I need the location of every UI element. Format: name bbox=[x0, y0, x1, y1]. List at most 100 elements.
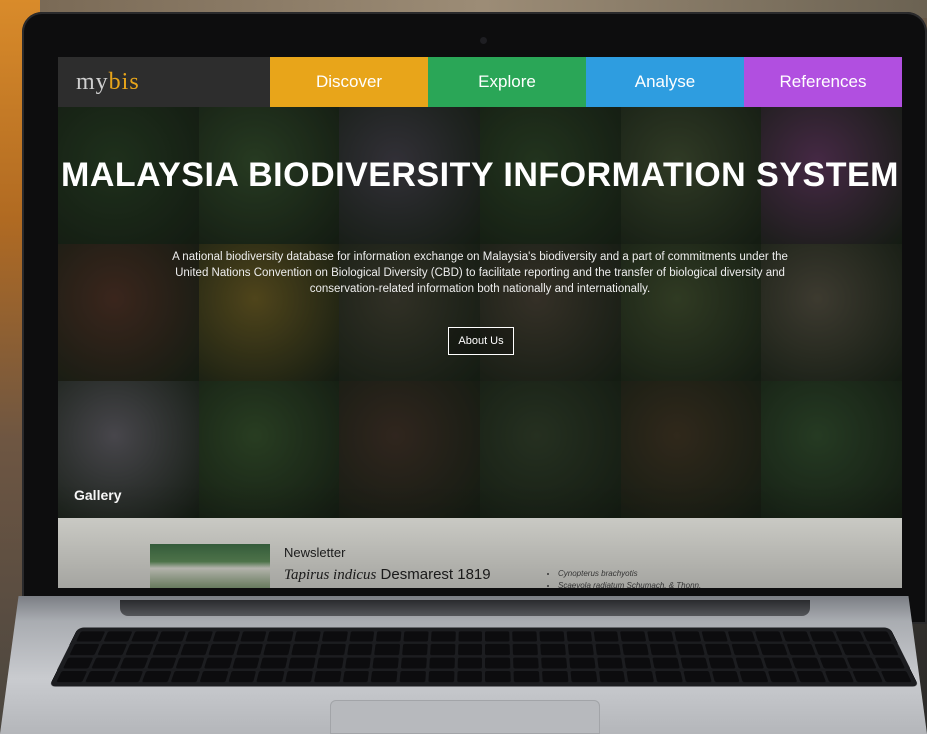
keyboard-key bbox=[624, 657, 652, 669]
keyboard-key bbox=[704, 644, 733, 655]
nav-analyse[interactable]: Analyse bbox=[586, 57, 744, 107]
logo-accent: bis bbox=[108, 68, 140, 95]
keyboard-key bbox=[147, 657, 177, 669]
keyboard-key bbox=[755, 631, 783, 642]
keyboard-key bbox=[232, 657, 261, 669]
keyboard-key bbox=[652, 657, 680, 669]
keyboard-key bbox=[75, 631, 105, 642]
keyboard-key bbox=[321, 631, 348, 642]
keyboard-key bbox=[125, 644, 154, 655]
nav-references[interactable]: References bbox=[744, 57, 902, 107]
keyboard-key bbox=[430, 631, 456, 642]
keyboard-key bbox=[175, 657, 205, 669]
species-authority: Desmarest 1819 bbox=[376, 566, 491, 583]
keyboard-key bbox=[593, 631, 620, 642]
newsletter-article[interactable]: Tapirus indicus Desmarest 1819 bbox=[284, 566, 491, 584]
logo-prefix: my bbox=[76, 68, 109, 95]
keyboard-key bbox=[836, 631, 865, 642]
keyboard-key bbox=[294, 631, 321, 642]
keyboard-key bbox=[786, 644, 816, 655]
keyboard-key bbox=[84, 670, 116, 683]
gallery-link[interactable]: Gallery bbox=[74, 487, 121, 503]
nav-discover[interactable]: Discover bbox=[270, 57, 428, 107]
keyboard-key bbox=[620, 631, 647, 642]
keyboard-key bbox=[513, 657, 539, 669]
keyboard-key bbox=[796, 670, 826, 683]
keyboard-key bbox=[570, 670, 597, 683]
keyboard-key bbox=[767, 670, 798, 683]
keyboard-key bbox=[782, 631, 811, 642]
keyboard-key bbox=[403, 631, 429, 642]
keyboard-key bbox=[541, 657, 567, 669]
keyboard-key bbox=[814, 644, 843, 655]
keyboard-key bbox=[260, 657, 288, 669]
keyboard-key bbox=[728, 631, 756, 642]
keyboard-key bbox=[596, 657, 624, 669]
keyboard-key bbox=[348, 631, 375, 642]
keyboard-key bbox=[512, 644, 538, 655]
keyboard-key bbox=[113, 670, 144, 683]
list-item[interactable]: Cynopterus brachyotis bbox=[558, 568, 701, 580]
keyboard-key bbox=[372, 657, 400, 669]
keyboard-key bbox=[626, 670, 655, 683]
keyboard-key bbox=[344, 657, 372, 669]
keyboard-key bbox=[288, 657, 316, 669]
keyboard-key bbox=[539, 631, 565, 642]
keyboard-key bbox=[428, 670, 455, 683]
keyboard-key bbox=[485, 670, 512, 683]
keyboard-key bbox=[374, 644, 401, 655]
keyboard-key bbox=[654, 670, 683, 683]
laptop-hinge bbox=[120, 600, 810, 616]
keyboard-key bbox=[809, 631, 838, 642]
keyboard-key bbox=[711, 670, 740, 683]
keyboard-key bbox=[647, 631, 674, 642]
nav-explore[interactable]: Explore bbox=[428, 57, 586, 107]
keyboard-key bbox=[203, 657, 233, 669]
keyboard-key bbox=[457, 644, 483, 655]
keyboard-key bbox=[540, 644, 566, 655]
keyboard-key bbox=[701, 631, 729, 642]
keyboard-key bbox=[208, 644, 237, 655]
keyboard-key bbox=[103, 631, 132, 642]
keyboard-key bbox=[485, 657, 511, 669]
species-name: Tapirus indicus bbox=[284, 567, 377, 583]
keyboard-key bbox=[874, 657, 905, 669]
newsletter-thumbnail[interactable] bbox=[150, 544, 270, 588]
keyboard-key bbox=[199, 670, 229, 683]
keyboard-key bbox=[598, 670, 626, 683]
about-us-button[interactable]: About Us bbox=[448, 327, 514, 355]
camera-icon bbox=[480, 37, 487, 44]
keyboard-key bbox=[763, 657, 793, 669]
keyboard-key bbox=[707, 657, 736, 669]
keyboard-key bbox=[56, 670, 88, 683]
list-item[interactable]: Scaevola radiatum Schumach. & Thonn. bbox=[558, 580, 701, 588]
keyboard-key bbox=[852, 670, 884, 683]
keyboard-key bbox=[267, 631, 294, 642]
site-logo[interactable]: my bis bbox=[58, 57, 270, 107]
keyboard-key bbox=[119, 657, 149, 669]
keyboard-key bbox=[568, 657, 596, 669]
keyboard-key bbox=[235, 644, 264, 655]
keyboard-key bbox=[430, 644, 456, 655]
keyboard-key bbox=[594, 644, 622, 655]
keyboard-key bbox=[824, 670, 855, 683]
keyboard-key bbox=[846, 657, 877, 669]
keyboard-key bbox=[862, 631, 893, 642]
page-title: MALAYSIA BIODIVERSITY INFORMATION SYSTEM bbox=[61, 156, 899, 194]
keyboard-key bbox=[622, 644, 649, 655]
keyboard-key bbox=[791, 657, 821, 669]
keyboard-key bbox=[63, 657, 94, 669]
keyboard-key bbox=[542, 670, 569, 683]
keyboard-key bbox=[457, 657, 483, 669]
trackpad bbox=[330, 700, 600, 734]
content-section: Newsletter Tapirus indicus Desmarest 181… bbox=[58, 518, 902, 588]
keyboard-key bbox=[739, 670, 769, 683]
keyboard-key bbox=[485, 631, 510, 642]
site-nav: my bis Discover Explore Analyse Reference… bbox=[58, 57, 902, 107]
keyboard-key bbox=[346, 644, 373, 655]
keyboard-key bbox=[513, 670, 540, 683]
keyboard-key bbox=[429, 657, 455, 669]
keyboard-key bbox=[142, 670, 172, 683]
keyboard-key bbox=[399, 670, 426, 683]
keyboard-key bbox=[319, 644, 346, 655]
